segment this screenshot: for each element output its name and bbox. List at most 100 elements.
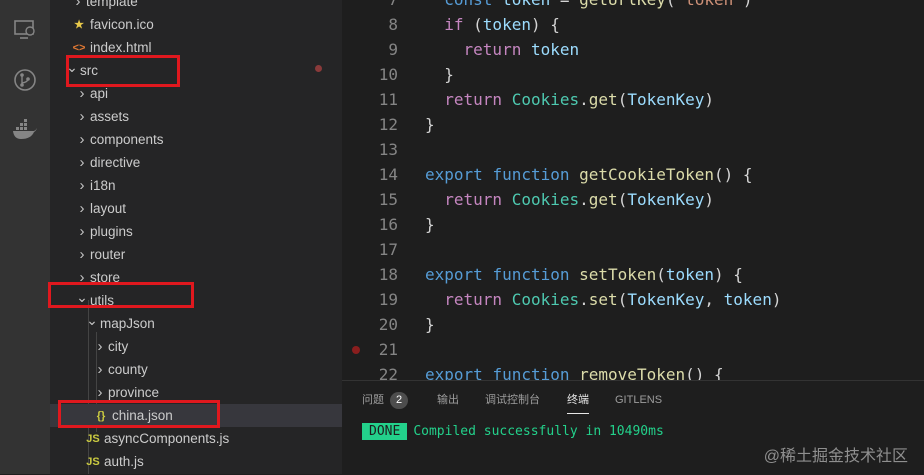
code-token: return [444,90,503,109]
code-line[interactable]: 10 } [342,62,924,87]
tree-file[interactable]: JS auth.js [50,450,342,473]
chevron-down-icon[interactable]: ⌄ [84,312,100,329]
chevron-right-icon[interactable]: › [74,85,90,102]
tab-gitlens[interactable]: GITLENS [615,391,662,413]
code-line[interactable]: 16} [342,212,924,237]
chevron-right-icon[interactable]: › [74,246,90,263]
code-text: } [425,112,435,137]
tree-folder[interactable]: › county [50,358,342,381]
line-number: 9 [388,40,398,59]
code-token: if [444,15,464,34]
chevron-right-icon[interactable]: › [70,0,86,10]
terminal-output[interactable]: DONE Compiled successfully in 10490ms [362,423,664,440]
code-token: export [425,365,483,380]
line-number: 19 [378,290,398,309]
tree-item-label: city [108,339,129,354]
tree-folder[interactable]: › router [50,243,342,266]
tree-folder[interactable]: › components [50,128,342,151]
tree-folder[interactable]: › directive [50,151,342,174]
tree-folder[interactable]: › plugins [50,220,342,243]
code-line[interactable]: 15 return Cookies.get(TokenKey) [342,187,924,212]
chevron-right-icon[interactable]: › [92,361,108,378]
chevron-right-icon[interactable]: › [92,384,108,401]
code-line[interactable]: 12} [342,112,924,137]
code-line[interactable]: 8 if (token) { [342,12,924,37]
status-badge: DONE [362,423,408,440]
code-token: getCookieToken [579,165,714,184]
breakpoint-indicator[interactable] [352,346,360,354]
code-token: . [579,90,589,109]
tree-folder[interactable]: › layout [50,197,342,220]
code-token: return [444,190,503,209]
code-line[interactable]: 22 export function removeToken() { [342,362,924,380]
chevron-right-icon[interactable]: › [74,108,90,125]
code-editor[interactable]: 7 const token = getUrlKey('token')8 if (… [342,0,924,380]
code-token: () { [714,165,753,184]
code-token: const [444,0,502,9]
code-token: return [444,290,503,309]
tree-folder[interactable]: › template [50,0,342,13]
tree-file[interactable]: JS asyncComponents.js [50,427,342,450]
remote-explorer-icon[interactable] [11,16,39,44]
tab-terminal[interactable]: 终端 [567,391,589,414]
code-token: removeToken [579,365,686,380]
chevron-right-icon[interactable]: › [74,200,90,217]
tree-item-label: api [90,86,109,101]
code-line[interactable]: 18 export function setToken(token) { [342,262,924,287]
chevron-right-icon[interactable]: › [74,177,90,194]
code-token: ) { [714,265,743,284]
code-text: export function setToken(token) { [425,262,743,287]
code-line[interactable]: 14 export function getCookieToken() { [342,162,924,187]
annotation-box-utils [48,282,194,308]
tree-item-label: directive [90,155,141,170]
code-token: getUrlKey [579,0,666,9]
code-token: } [425,115,435,134]
tree-folder[interactable]: ⌄ mapJson [50,312,342,335]
source-control-icon[interactable] [11,66,39,94]
code-token: Cookies [511,90,580,109]
javascript-file-icon: JS [86,455,100,468]
tree-folder[interactable]: › city [50,335,342,358]
code-line[interactable]: 9 return token [342,37,924,62]
line-number: 20 [378,315,398,334]
chevron-right-icon[interactable]: › [74,131,90,148]
code-line[interactable]: 20} [342,312,924,337]
tree-item-label: plugins [90,224,133,239]
code-line[interactable]: 11 return Cookies.get(TokenKey) [342,87,924,112]
tree-folder[interactable]: › assets [50,105,342,128]
tree-file[interactable]: ★ favicon.ico [50,13,342,36]
code-token: get [588,190,618,209]
code-text: } [425,62,454,87]
code-token: . [579,190,589,209]
code-line[interactable]: 21 [342,337,924,362]
tab-debug-console[interactable]: 调试控制台 [485,391,540,413]
tree-item-label: asyncComponents.js [104,431,230,446]
chevron-right-icon[interactable]: › [74,154,90,171]
tab-output[interactable]: 输出 [437,391,459,413]
tree-item-label: template [86,0,138,9]
tree-item-label: county [108,362,148,377]
tree-folder[interactable]: › i18n [50,174,342,197]
code-line[interactable]: 19 return Cookies.set(TokenKey, token) [342,287,924,312]
line-number: 22 [378,365,398,380]
tab-problems[interactable]: 问题 2 [362,391,409,413]
code-text: return Cookies.set(TokenKey, token) [425,287,781,312]
code-token: Cookies [511,290,580,309]
code-text: return Cookies.get(TokenKey) [425,87,714,112]
code-token: , [704,290,724,309]
chevron-right-icon[interactable]: › [92,338,108,355]
code-line[interactable]: 13 [342,137,924,162]
code-line[interactable]: 17 [342,237,924,262]
line-number: 10 [378,65,398,84]
docker-icon[interactable] [11,116,39,144]
code-line[interactable]: 7 const token = getUrlKey('token') [342,0,924,12]
code-token: TokenKey [627,290,705,309]
chevron-right-icon[interactable]: › [74,223,90,240]
code-token: ) [743,0,753,9]
code-token: get [588,90,618,109]
